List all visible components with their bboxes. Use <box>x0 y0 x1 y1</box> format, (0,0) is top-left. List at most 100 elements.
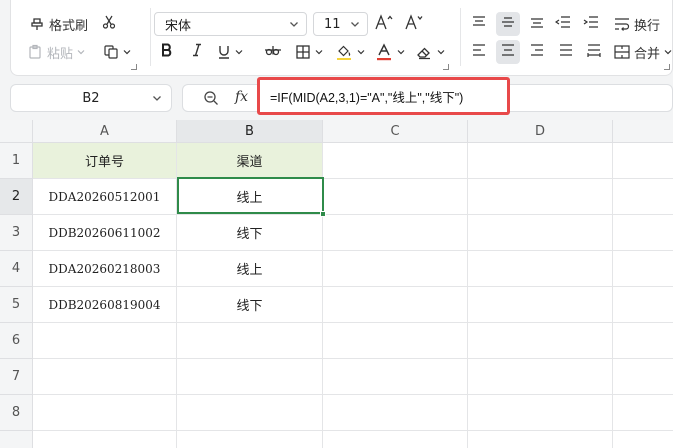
cell-d2[interactable] <box>468 179 613 215</box>
cell-e1[interactable] <box>613 143 673 179</box>
distributed-align-button[interactable] <box>582 40 606 64</box>
cell-a4[interactable]: DDA20260218003 <box>33 251 177 287</box>
cell-e4[interactable] <box>613 251 673 287</box>
cell-b3[interactable]: 线下 <box>177 215 323 251</box>
cell-d5[interactable] <box>468 287 613 323</box>
cell-b5[interactable]: 线下 <box>177 287 323 323</box>
select-all-corner[interactable] <box>0 120 33 143</box>
cell-a5[interactable]: DDB20260819004 <box>33 287 177 323</box>
cell-b1[interactable]: 渠道 <box>177 143 323 179</box>
paste-button[interactable]: 粘贴 <box>27 40 85 64</box>
cell-a3[interactable]: DDB20260611002 <box>33 215 177 251</box>
cell-d4[interactable] <box>468 251 613 287</box>
cell-c1[interactable] <box>323 143 468 179</box>
wrap-text-button[interactable]: 换行 <box>614 12 660 36</box>
font-dialog-launcher-icon[interactable] <box>443 64 449 70</box>
cell-e9[interactable] <box>613 431 673 448</box>
cell-d3[interactable] <box>468 215 613 251</box>
column-header-e[interactable] <box>613 120 673 143</box>
fx-icon[interactable]: fx <box>235 89 248 105</box>
cell-e6[interactable] <box>613 323 673 359</box>
row-header-5[interactable]: 5 <box>0 287 33 323</box>
row-header-6[interactable]: 6 <box>0 323 33 359</box>
cell-b7[interactable] <box>177 359 323 395</box>
cut-button[interactable] <box>97 12 121 36</box>
cell-a7[interactable] <box>33 359 177 395</box>
cell-c3[interactable] <box>323 215 468 251</box>
cell-c5[interactable] <box>323 287 468 323</box>
zoom-search-icon[interactable] <box>203 90 219 110</box>
cell-d6[interactable] <box>468 323 613 359</box>
row-header-2[interactable]: 2 <box>0 179 33 215</box>
font-name-select[interactable]: 宋体 <box>154 12 307 36</box>
align-center-button[interactable] <box>496 40 520 64</box>
clipboard-dialog-launcher-icon[interactable] <box>131 64 137 70</box>
font-size-select[interactable]: 11 <box>313 12 368 36</box>
row-header-3[interactable]: 3 <box>0 215 33 251</box>
italic-button[interactable] <box>185 40 209 64</box>
cell-c6[interactable] <box>323 323 468 359</box>
cell-a9[interactable] <box>33 431 177 448</box>
column-header-d[interactable]: D <box>468 120 613 143</box>
align-right-button[interactable] <box>525 40 549 64</box>
cell-c2[interactable] <box>323 179 468 215</box>
indent-icon <box>583 15 599 33</box>
justify-button[interactable] <box>554 40 578 64</box>
align-bottom-button[interactable] <box>525 12 549 36</box>
cell-d9[interactable] <box>468 431 613 448</box>
borders-button[interactable] <box>295 40 323 64</box>
column-header-a[interactable]: A <box>33 120 177 143</box>
cell-b6[interactable] <box>177 323 323 359</box>
row-header-4[interactable]: 4 <box>0 251 33 287</box>
cell-d8[interactable] <box>468 395 613 431</box>
align-middle-button[interactable] <box>496 12 520 36</box>
align-left-button[interactable] <box>467 40 491 64</box>
alignment-dialog-launcher-icon[interactable] <box>664 64 670 70</box>
copy-button[interactable] <box>103 40 131 64</box>
strikethrough-button[interactable] <box>261 40 285 64</box>
cell-c4[interactable] <box>323 251 468 287</box>
format-painter-button[interactable]: 格式刷 <box>29 12 88 36</box>
cell-d1[interactable] <box>468 143 613 179</box>
row-header-8[interactable]: 8 <box>0 395 33 431</box>
cell-a2[interactable]: DDA20260512001 <box>33 179 177 215</box>
name-box[interactable]: B2 <box>10 84 172 112</box>
decrease-font-size-button[interactable] <box>402 12 426 36</box>
cell-e7[interactable] <box>613 359 673 395</box>
clear-format-button[interactable] <box>415 40 445 64</box>
row-header-1[interactable]: 1 <box>0 143 33 179</box>
row-header-9[interactable] <box>0 431 33 448</box>
cell-b2[interactable]: 线上 <box>177 179 323 215</box>
fill-color-button[interactable] <box>335 40 365 64</box>
column-header-b[interactable]: B <box>177 120 323 143</box>
row-header-7[interactable]: 7 <box>0 359 33 395</box>
increase-font-size-button[interactable] <box>372 12 396 36</box>
cell-e5[interactable] <box>613 287 673 323</box>
cell-a8[interactable] <box>33 395 177 431</box>
increase-indent-button[interactable] <box>579 12 603 36</box>
decrease-indent-button[interactable] <box>551 12 575 36</box>
cell-c9[interactable] <box>323 431 468 448</box>
cell-b4[interactable]: 线上 <box>177 251 323 287</box>
font-color-button[interactable] <box>375 40 405 64</box>
cell-e8[interactable] <box>613 395 673 431</box>
cell-a1[interactable]: 订单号 <box>33 143 177 179</box>
bold-button[interactable] <box>155 40 179 64</box>
cell-b9[interactable] <box>177 431 323 448</box>
scissors-icon <box>101 14 117 34</box>
underline-button[interactable] <box>217 40 243 64</box>
merge-cells-button[interactable]: 合并 <box>614 40 672 64</box>
formula-input[interactable]: =IF(MID(A2,3,1)="A","线上","线下") <box>257 77 510 115</box>
cell-d7[interactable] <box>468 359 613 395</box>
cell-a6[interactable] <box>33 323 177 359</box>
cell-b8[interactable] <box>177 395 323 431</box>
cell-c8[interactable] <box>323 395 468 431</box>
cell-c7[interactable] <box>323 359 468 395</box>
cell-e3[interactable] <box>613 215 673 251</box>
fill-handle[interactable] <box>320 211 326 217</box>
align-top-button[interactable] <box>467 12 491 36</box>
chevron-down-icon <box>77 48 85 56</box>
chevron-down-icon[interactable] <box>151 92 163 108</box>
column-header-c[interactable]: C <box>323 120 468 143</box>
cell-e2[interactable] <box>613 179 673 215</box>
